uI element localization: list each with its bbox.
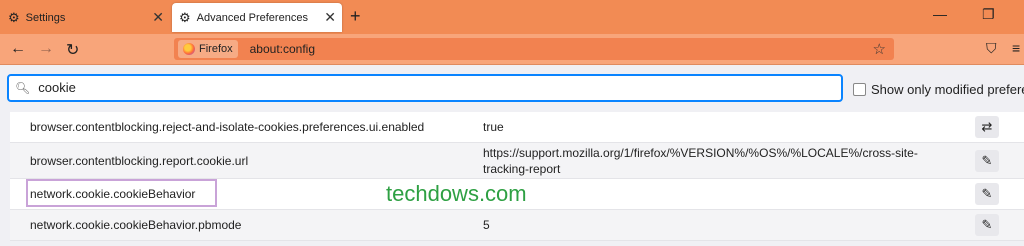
show-modified-checkbox[interactable]: Show only modified preferences: [853, 82, 1024, 97]
forward-arrow-icon[interactable]: →: [38, 40, 54, 58]
edit-button[interactable]: ✎: [975, 214, 999, 236]
tab-settings[interactable]: ⚙ Settings ✕: [0, 3, 170, 32]
tab-strip: ⚙ Settings ✕ ⚙ Advanced Preferences ✕ + …: [0, 0, 1024, 34]
identity-box[interactable]: Firefox: [178, 40, 238, 58]
identity-label: Firefox: [199, 43, 233, 55]
checkbox-box[interactable]: [853, 83, 866, 96]
tab-title: Advanced Preferences: [196, 11, 308, 24]
table-row: network.cookie.cookieBehavior.pbmode 5 ✎: [10, 210, 1024, 241]
preferences-table: browser.contentblocking.reject-and-isola…: [10, 112, 1024, 241]
gear-icon: ⚙: [179, 9, 191, 25]
firefox-logo-icon: [183, 43, 195, 55]
pref-name: browser.contentblocking.report.cookie.ur…: [30, 153, 249, 168]
url-text[interactable]: about:config: [250, 42, 315, 56]
tab-advanced-preferences[interactable]: ⚙ Advanced Preferences ✕: [172, 3, 342, 32]
tab-title: Settings: [25, 11, 66, 24]
toggle-button[interactable]: ⇄: [975, 116, 999, 138]
gear-icon: ⚙: [8, 9, 20, 25]
pref-value: 5: [483, 218, 490, 232]
reload-icon[interactable]: ↻: [66, 40, 79, 60]
minimize-button[interactable]: —: [933, 6, 947, 22]
about-config-page: 🔍︎ cookie Show only modified preferences…: [0, 66, 1024, 246]
close-icon[interactable]: ✕: [152, 9, 164, 26]
back-arrow-icon[interactable]: ←: [10, 40, 26, 58]
pref-value: true: [483, 120, 504, 134]
show-modified-label: Show only modified preferences: [871, 82, 1024, 97]
navigation-toolbar: ← → ↻ Firefox about:config ☆ ⛉ ≡: [0, 34, 1024, 65]
restore-button[interactable]: ❐: [982, 6, 995, 23]
new-tab-button[interactable]: +: [350, 6, 361, 27]
search-icon: 🔍︎: [15, 81, 31, 95]
search-value[interactable]: cookie: [38, 80, 518, 96]
menu-icon[interactable]: ≡: [1012, 40, 1020, 56]
pref-name: browser.contentblocking.reject-and-isola…: [30, 120, 425, 134]
watermark-text: techdows.com: [386, 181, 527, 206]
search-input[interactable]: 🔍︎ cookie: [7, 74, 843, 102]
pref-name: network.cookie.cookieBehavior.pbmode: [30, 218, 242, 232]
edit-button[interactable]: ✎: [975, 183, 999, 205]
url-bar[interactable]: Firefox about:config ☆: [174, 38, 894, 60]
table-row: browser.contentblocking.report.cookie.ur…: [10, 143, 1024, 179]
pref-value: https://support.mozilla.org/1/firefox/%V…: [483, 145, 918, 176]
pocket-icon[interactable]: ⛉: [986, 40, 997, 57]
table-row: browser.contentblocking.reject-and-isola…: [10, 112, 1024, 143]
close-icon[interactable]: ✕: [324, 9, 336, 26]
bookmark-star-icon[interactable]: ☆: [873, 40, 886, 58]
highlight-box: [26, 179, 217, 207]
edit-button[interactable]: ✎: [975, 149, 999, 172]
